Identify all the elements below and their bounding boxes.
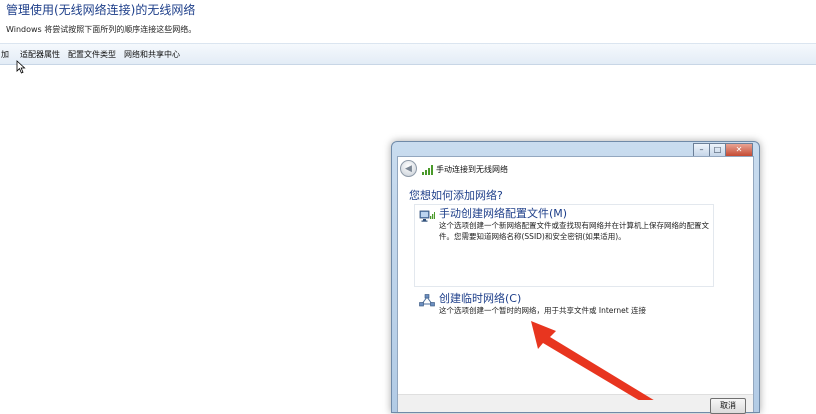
toolbar: 加 适配器属性 配置文件类型 网络和共享中心 [0,43,816,65]
page-subtitle: Windows 将尝试按照下面所列的顺序连接这些网络。 [6,25,197,34]
manual-profile-title: 手动创建网络配置文件(M) [439,207,568,220]
adhoc-network-title: 创建临时网络(C) [439,292,522,305]
toolbar-item-profile-types[interactable]: 配置文件类型 [68,49,116,60]
cancel-button[interactable]: 取消 [710,398,746,414]
dialog-body: ◀ 手动连接到无线网络 您想如何添加网络? 手动创建网络配置文件(M) 这个选项… [397,156,754,414]
dialog-question: 您想如何添加网络? [409,189,503,202]
manual-profile-description: 这个选项创建一个新网络配置文件或查找现有网络并在计算机上保存网络的配置文件。您需… [439,221,709,241]
manual-profile-option[interactable]: 手动创建网络配置文件(M) 这个选项创建一个新网络配置文件或查找现有网络并在计算… [414,204,714,287]
toolbar-item-add[interactable]: 加 [1,49,9,60]
maximize-button[interactable]: □ [709,143,726,157]
wireless-computer-icon [419,210,435,222]
adhoc-network-description: 这个选项创建一个暂时的网络，用于共享文件或 Internet 连接 [439,306,647,315]
toolbar-item-network-sharing-center[interactable]: 网络和共享中心 [124,49,180,60]
wireless-signal-icon [422,165,433,175]
dialog-title: 手动连接到无线网络 [436,165,508,174]
toolbar-item-adapter-properties[interactable]: 适配器属性 [20,49,60,60]
add-network-dialog: – □ ✕ ◀ 手动连接到无线网络 您想如何添加网络? 手动创建网络配置文件(M… [391,141,760,414]
dialog-footer: 取消 [398,394,753,414]
close-button[interactable]: ✕ [725,143,753,157]
page-title: 管理使用(无线网络连接)的无线网络 [6,3,196,17]
adhoc-network-option[interactable]: 创建临时网络(C) 这个选项创建一个暂时的网络，用于共享文件或 Internet… [414,289,714,341]
adhoc-network-icon [419,294,435,307]
mouse-cursor-icon [16,60,26,74]
back-button[interactable]: ◀ [400,160,417,177]
minimize-button[interactable]: – [693,143,710,157]
window-controls: – □ ✕ [693,143,753,157]
